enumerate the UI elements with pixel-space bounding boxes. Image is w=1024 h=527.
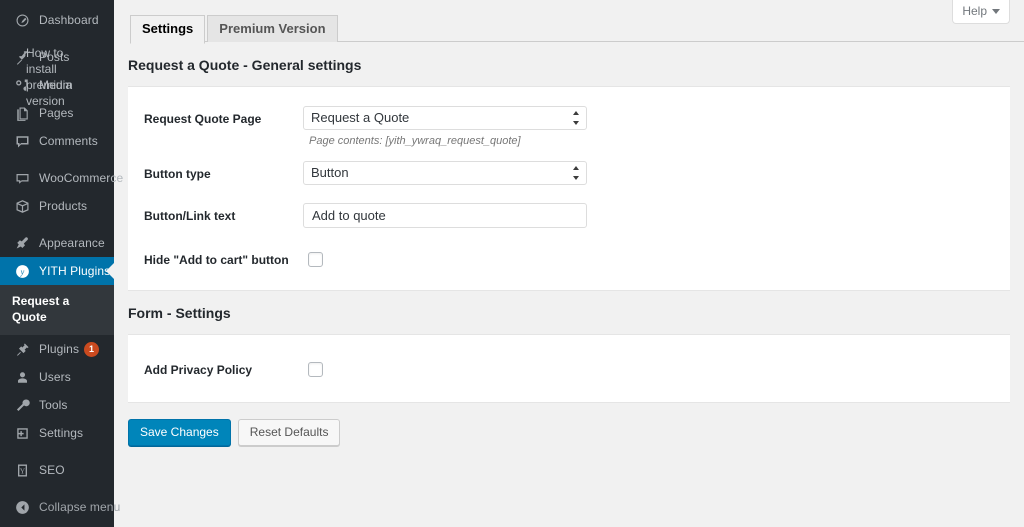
tab-settings[interactable]: Settings xyxy=(130,15,206,44)
settings-page-wrap: Request a Quote - General settings Reque… xyxy=(128,43,1010,527)
sidebar-subitem-how-to-install-premium-version[interactable]: How to install premium version xyxy=(14,43,100,527)
seo-icon: Y xyxy=(12,460,32,480)
field-row-hide-add-to-cart: Hide "Add to cart" button xyxy=(128,235,1010,278)
request-quote-page-select[interactable]: Request a Quote xyxy=(303,106,587,130)
plugins-update-count-badge: 1 xyxy=(84,341,100,357)
sidebar-subitem-label: How to install premium version xyxy=(26,46,73,108)
sidebar-item-label: Tools xyxy=(39,398,68,412)
screen-meta-links: Help xyxy=(952,0,1010,24)
dashboard-icon xyxy=(12,10,32,30)
button-link-text-input[interactable] xyxy=(303,203,587,228)
button-type-select-wrapper: Button xyxy=(303,161,587,185)
general-settings-panel: Request Quote Page Request a Quote Page … xyxy=(128,86,1010,291)
sidebar-item-dashboard[interactable]: Dashboard xyxy=(0,6,114,34)
request-quote-page-select-wrapper: Request a Quote xyxy=(303,106,587,130)
field-row-request-quote-page: Request Quote Page Request a Quote Page … xyxy=(128,97,1010,150)
sidebar-item-tools[interactable]: Tools xyxy=(0,391,114,419)
sidebar-item-seo[interactable]: Y SEO xyxy=(0,456,114,484)
sidebar-item-settings[interactable]: Settings xyxy=(0,419,114,447)
button-link-text-label: Button/Link text xyxy=(144,209,236,223)
plugins-icon xyxy=(12,339,32,359)
form-actions: Save Changes Reset Defaults xyxy=(128,403,1010,446)
svg-text:Y: Y xyxy=(19,466,25,475)
sidebar-submenu-yith: Request a Quote How to install premium v… xyxy=(0,46,114,335)
help-button[interactable]: Help xyxy=(952,0,1010,24)
sidebar-item-users[interactable]: Users xyxy=(0,363,114,391)
main-content-area: Help Settings Premium Version Request a Q… xyxy=(114,0,1024,527)
sidebar-item-label: Collapse menu xyxy=(39,500,121,514)
hide-add-to-cart-label: Hide "Add to cart" button xyxy=(144,253,289,267)
sidebar-item-label: Plugins xyxy=(39,342,80,356)
settings-icon xyxy=(12,423,32,443)
help-button-label: Help xyxy=(962,4,987,18)
collapse-arrow-icon xyxy=(12,497,32,517)
form-settings-title: Form - Settings xyxy=(128,305,231,321)
request-quote-page-description: Page contents: [yith_ywraq_request_quote… xyxy=(309,135,521,147)
button-type-label: Button type xyxy=(144,167,211,181)
request-quote-page-label: Request Quote Page xyxy=(144,112,262,126)
admin-sidebar: Dashboard Posts Media Pages Comments W W… xyxy=(0,0,123,527)
field-row-add-privacy-policy: Add Privacy Policy xyxy=(128,345,1010,390)
hide-add-to-cart-checkbox[interactable] xyxy=(308,252,323,267)
settings-tab-bar: Settings Premium Version xyxy=(130,15,1024,44)
wp-admin-screen: Dashboard Posts Media Pages Comments W W… xyxy=(0,0,1024,527)
add-privacy-policy-label: Add Privacy Policy xyxy=(144,363,253,377)
button-type-select[interactable]: Button xyxy=(303,161,587,185)
sidebar-item-label: Users xyxy=(39,370,71,384)
sidebar-item-collapse-menu[interactable]: Collapse menu xyxy=(0,493,120,521)
users-icon xyxy=(12,367,32,387)
reset-defaults-button[interactable]: Reset Defaults xyxy=(237,419,341,446)
tools-icon xyxy=(12,395,32,415)
general-settings-title: Request a Quote - General settings xyxy=(128,57,362,73)
sidebar-item-label: Settings xyxy=(39,426,84,440)
field-row-button-link-text: Button/Link text xyxy=(128,192,1010,235)
field-row-button-type: Button type Button xyxy=(128,150,1010,192)
chevron-down-icon xyxy=(992,9,1000,14)
sidebar-separator xyxy=(0,34,114,43)
sidebar-item-plugins[interactable]: Plugins 1 xyxy=(0,335,114,363)
add-privacy-policy-checkbox[interactable] xyxy=(308,362,323,377)
sidebar-item-label: Dashboard xyxy=(39,13,99,27)
tab-premium-version[interactable]: Premium Version xyxy=(207,15,338,42)
sidebar-item-label: SEO xyxy=(39,463,65,477)
save-changes-button[interactable]: Save Changes xyxy=(128,419,231,446)
form-settings-panel: Add Privacy Policy xyxy=(128,334,1010,403)
